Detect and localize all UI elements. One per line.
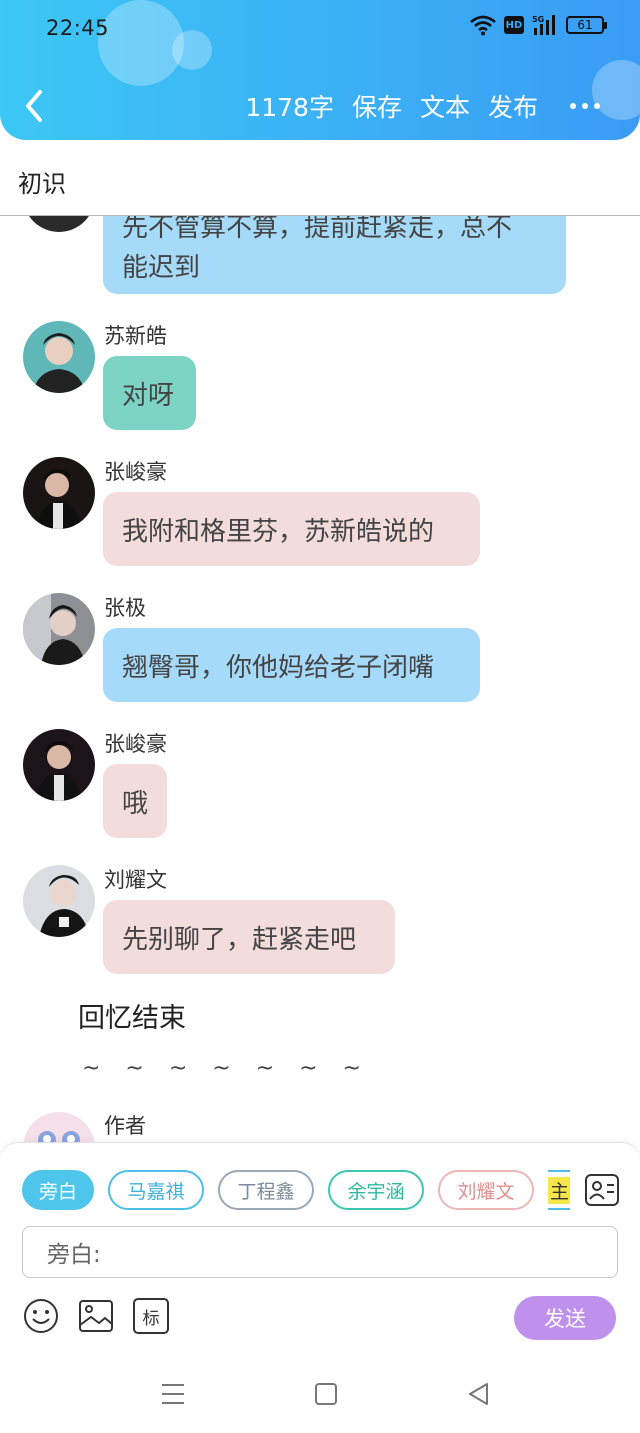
sender-name: 张极	[104, 596, 146, 620]
message-text: 先别聊了，赶紧走吧	[122, 924, 357, 955]
menu-icon[interactable]	[160, 1381, 186, 1407]
more-dots-icon[interactable]	[570, 103, 600, 109]
system-nav-bar	[0, 1355, 640, 1433]
decorative-bubble	[98, 0, 184, 86]
role-chip-label: 余宇涵	[347, 1180, 405, 1203]
message-bubble[interactable]: 翘臀哥，你他妈给老子闭嘴	[103, 628, 480, 702]
message-bubble[interactable]: 对呀	[103, 356, 196, 430]
role-chip[interactable]: 马嘉祺	[108, 1170, 204, 1210]
image-icon[interactable]	[78, 1298, 114, 1334]
compose-panel: 旁白 马嘉祺 丁程鑫 余宇涵 刘耀文 主 旁白: 标 发送	[0, 1142, 640, 1355]
message-text: 先不管算不算，提前赶紧走，总不	[122, 216, 513, 243]
sender-name: 苏新皓	[104, 324, 167, 348]
role-chip-label: 主	[548, 1176, 570, 1204]
role-chip[interactable]: 余宇涵	[328, 1170, 424, 1210]
narration-tilde-line[interactable]: ~ ~ ~ ~ ~ ~ ~	[82, 1056, 370, 1081]
message-bubble[interactable]: 先别聊了，赶紧走吧	[103, 900, 395, 974]
avatar	[23, 457, 95, 529]
role-chip-narration[interactable]: 旁白	[22, 1170, 94, 1210]
smiley-icon[interactable]	[23, 1298, 59, 1334]
message-input[interactable]: 旁白:	[22, 1226, 618, 1278]
message-text: 我附和格里芬，苏新皓说的	[122, 516, 435, 547]
role-chip-label: 丁程鑫	[237, 1180, 295, 1203]
narration-text[interactable]: 回忆结束	[78, 996, 186, 1035]
message-bubble[interactable]: 先不管算不算，提前赶紧走，总不 能迟到	[103, 216, 566, 294]
text-button[interactable]: 文本	[420, 88, 470, 124]
sender-name: 刘耀文	[104, 868, 167, 892]
status-icons: HD 5G 61	[470, 14, 607, 36]
avatar	[23, 593, 95, 665]
sender-name: 作者	[104, 1114, 146, 1138]
triangle-back-icon[interactable]	[466, 1381, 492, 1407]
message-text: 翘臀哥，你他妈给老子闭嘴	[122, 652, 435, 683]
role-chip-label: 马嘉祺	[127, 1180, 185, 1203]
chevron-left-icon[interactable]	[18, 86, 54, 126]
hd-badge: HD	[504, 16, 524, 34]
role-chip[interactable]: 主	[548, 1170, 570, 1210]
avatar	[23, 216, 95, 232]
avatar	[23, 321, 95, 393]
send-button[interactable]: 发送	[514, 1296, 616, 1340]
message-text: 对呀	[122, 380, 175, 411]
wifi-icon	[470, 15, 496, 36]
editor-screen: 22:45 HD 5G 61 1178字 保存 文本 发布 初识 先不管算不算，…	[0, 0, 640, 1433]
app-header: 22:45 HD 5G 61 1178字 保存 文本 发布	[0, 0, 640, 140]
chat-area: 先不管算不算，提前赶紧走，总不 能迟到 苏新皓 对呀 张峻豪 我附和格里芬，苏新…	[0, 216, 640, 1146]
signal-label: 5G	[532, 15, 544, 24]
page-title[interactable]: 初识	[18, 164, 66, 199]
role-chips: 旁白 马嘉祺 丁程鑫 余宇涵 刘耀文 主	[22, 1170, 570, 1212]
decorative-bubble	[172, 30, 212, 70]
contacts-icon[interactable]	[583, 1171, 621, 1209]
message-text: 哦	[122, 788, 149, 819]
battery-level: 61	[577, 18, 593, 32]
battery-icon: 61	[566, 16, 607, 34]
sender-name: 张峻豪	[104, 732, 167, 756]
role-chip[interactable]: 刘耀文	[438, 1170, 534, 1210]
avatar	[23, 1112, 95, 1146]
sender-name: 张峻豪	[104, 460, 167, 484]
title-bar: 初识	[0, 140, 640, 216]
label-button-text: 标	[142, 1308, 160, 1329]
message-bubble[interactable]: 我附和格里芬，苏新皓说的	[103, 492, 480, 566]
message-bubble[interactable]: 哦	[103, 764, 167, 838]
signal-icon: 5G	[532, 15, 555, 35]
word-count: 1178字	[245, 93, 334, 122]
header-toolbar: 1178字 保存 文本 发布	[245, 88, 600, 124]
save-button[interactable]: 保存	[352, 88, 402, 124]
input-placeholder: 旁白:	[47, 1242, 101, 1268]
avatar	[23, 729, 95, 801]
publish-button[interactable]: 发布	[488, 88, 538, 124]
status-time: 22:45	[46, 16, 110, 40]
role-chip-label: 刘耀文	[457, 1180, 515, 1203]
home-square-icon[interactable]	[313, 1381, 339, 1407]
message-text: 能迟到	[122, 253, 201, 283]
label-button[interactable]: 标	[133, 1298, 169, 1334]
avatar	[23, 865, 95, 937]
role-chip-label: 旁白	[38, 1180, 77, 1203]
role-chip[interactable]: 丁程鑫	[218, 1170, 314, 1210]
